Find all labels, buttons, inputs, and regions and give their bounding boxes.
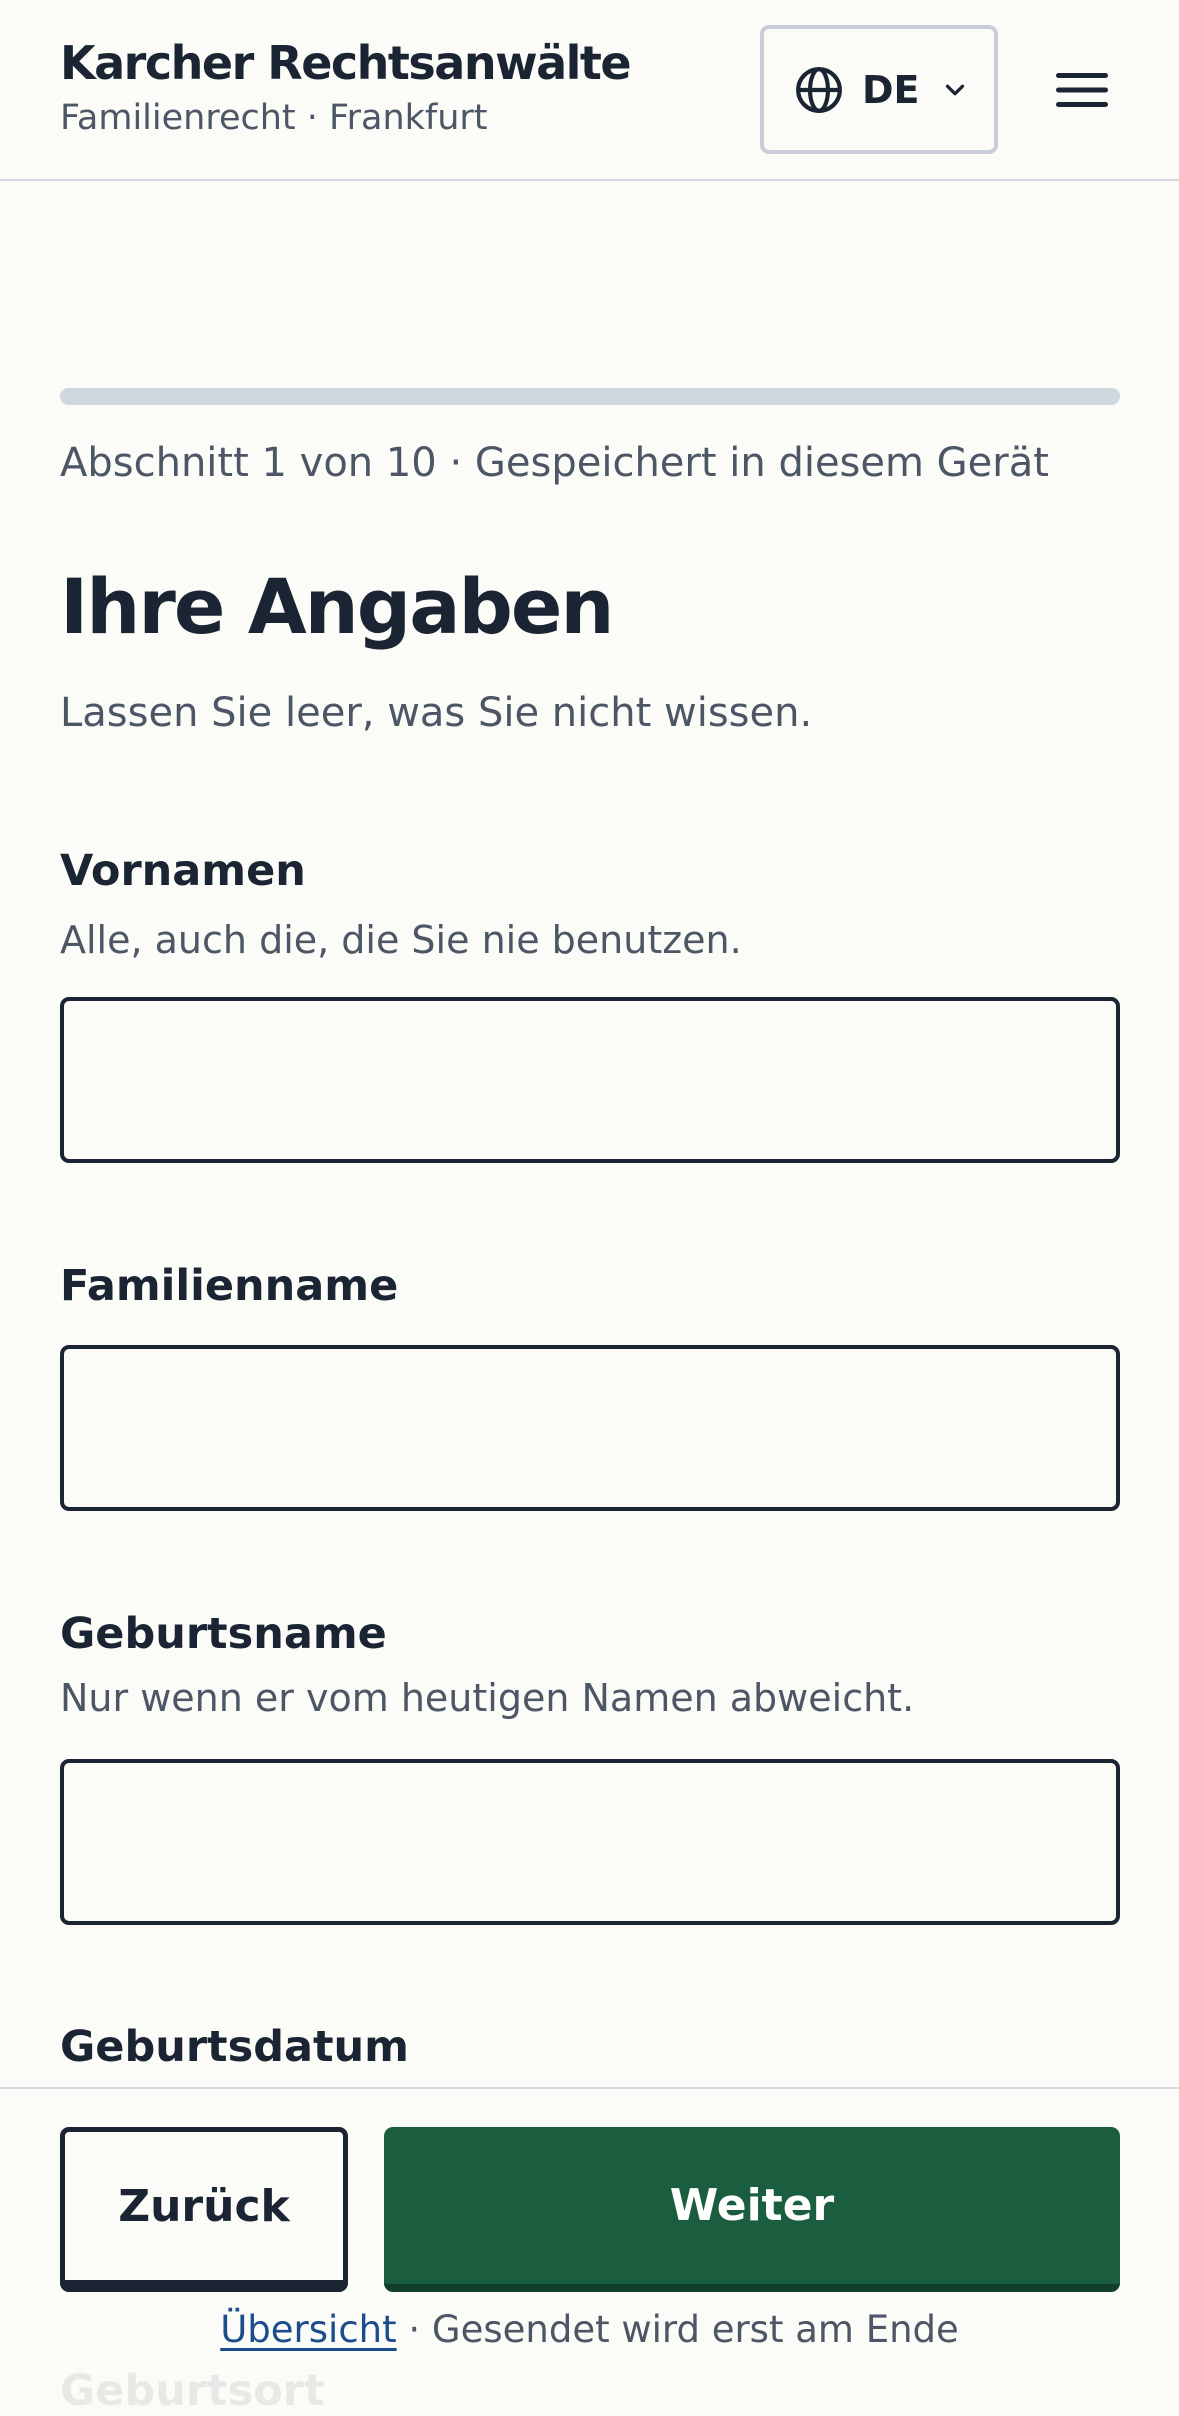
language-code: DE xyxy=(862,67,920,112)
back-button[interactable]: Zurück xyxy=(60,2127,348,2292)
birth-name-hint: Nur wenn er vom heutigen Namen abweicht. xyxy=(60,1676,915,1720)
overview-link[interactable]: Übersicht xyxy=(220,2308,396,2351)
footer-note-text: · Gesendet wird erst am Ende xyxy=(396,2308,959,2351)
app-header: Karcher Rechtsanwälte Familienrecht · Fr… xyxy=(0,0,1179,181)
firm-subtitle: Familienrecht · Frankfurt xyxy=(60,98,488,138)
family-name-input[interactable] xyxy=(60,1345,1120,1511)
progress-status-text: Abschnitt 1 von 10 · Gespeichert in dies… xyxy=(60,440,1049,486)
hamburger-menu-icon[interactable] xyxy=(1054,70,1110,110)
chevron-down-icon xyxy=(945,84,964,95)
page-intro-text: Lassen Sie leer, was Sie nicht wissen. xyxy=(60,690,813,736)
scrolled-content-peek: Geburtsort xyxy=(60,2366,325,2416)
footer-note: Übersicht · Gesendet wird erst am Ende xyxy=(0,2308,1179,2351)
progress-bar xyxy=(60,388,1120,405)
first-names-label: Vornamen xyxy=(60,846,306,896)
page-title: Ihre Angaben xyxy=(60,562,615,651)
next-button[interactable]: Weiter xyxy=(384,2127,1120,2292)
globe-icon xyxy=(796,66,842,113)
birth-name-label: Geburtsname xyxy=(60,1609,387,1659)
birth-date-label: Geburtsdatum xyxy=(60,2022,409,2072)
first-names-input[interactable] xyxy=(60,997,1120,1163)
birth-name-input[interactable] xyxy=(60,1759,1120,1925)
firm-name: Karcher Rechtsanwälte xyxy=(60,36,632,90)
family-name-label: Familienname xyxy=(60,1261,399,1311)
first-names-hint: Alle, auch die, die Sie nie benutzen. xyxy=(60,918,742,962)
language-selector-button[interactable]: DE xyxy=(760,25,998,154)
